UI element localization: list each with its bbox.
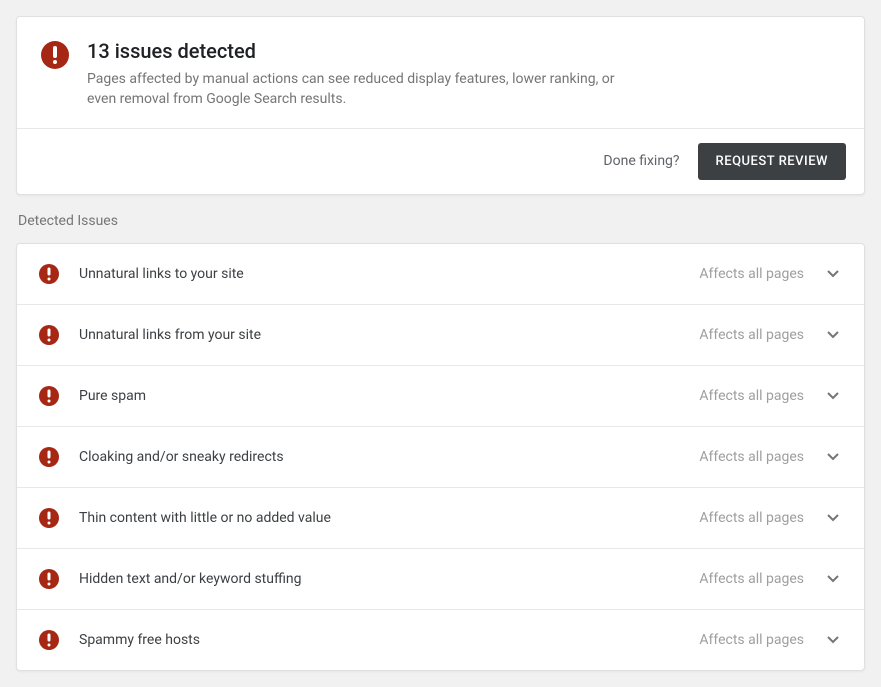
issue-title: Thin content with little or no added val… — [79, 510, 699, 526]
summary-card: 13 issues detected Pages affected by man… — [16, 16, 865, 195]
alert-icon — [39, 630, 59, 650]
issue-row[interactable]: Spammy free hosts Affects all pages — [17, 610, 864, 670]
chevron-down-icon — [824, 448, 842, 466]
alert-icon — [39, 508, 59, 528]
alert-icon — [39, 386, 59, 406]
issues-list: Unnatural links to your site Affects all… — [16, 243, 865, 671]
issue-title: Hidden text and/or keyword stuffing — [79, 571, 699, 587]
issue-title: Spammy free hosts — [79, 632, 699, 648]
issue-title: Cloaking and/or sneaky redirects — [79, 449, 699, 465]
summary-actions: Done fixing? Request Review — [17, 128, 864, 194]
issue-row[interactable]: Unnatural links from your site Affects a… — [17, 305, 864, 366]
summary-content: 13 issues detected Pages affected by man… — [17, 17, 864, 128]
issue-affects: Affects all pages — [699, 388, 804, 404]
alert-icon — [39, 325, 59, 345]
chevron-down-icon — [824, 387, 842, 405]
request-review-button[interactable]: Request Review — [698, 143, 846, 180]
issue-affects: Affects all pages — [699, 449, 804, 465]
alert-icon — [41, 41, 69, 69]
alert-icon — [39, 569, 59, 589]
issue-affects: Affects all pages — [699, 510, 804, 526]
chevron-down-icon — [824, 326, 842, 344]
issue-row[interactable]: Unnatural links to your site Affects all… — [17, 244, 864, 305]
issue-affects: Affects all pages — [699, 632, 804, 648]
chevron-down-icon — [824, 631, 842, 649]
issue-affects: Affects all pages — [699, 327, 804, 343]
issue-title: Unnatural links from your site — [79, 327, 699, 343]
summary-text: 13 issues detected Pages affected by man… — [87, 39, 647, 110]
issue-row[interactable]: Hidden text and/or keyword stuffing Affe… — [17, 549, 864, 610]
issue-row[interactable]: Thin content with little or no added val… — [17, 488, 864, 549]
chevron-down-icon — [824, 265, 842, 283]
alert-icon — [39, 264, 59, 284]
summary-title: 13 issues detected — [87, 39, 647, 63]
issue-affects: Affects all pages — [699, 571, 804, 587]
issue-row[interactable]: Cloaking and/or sneaky redirects Affects… — [17, 427, 864, 488]
chevron-down-icon — [824, 509, 842, 527]
chevron-down-icon — [824, 570, 842, 588]
issue-affects: Affects all pages — [699, 266, 804, 282]
issue-row[interactable]: Pure spam Affects all pages — [17, 366, 864, 427]
section-heading: Detected Issues — [18, 213, 865, 229]
issue-title: Unnatural links to your site — [79, 266, 699, 282]
issue-title: Pure spam — [79, 388, 699, 404]
summary-description: Pages affected by manual actions can see… — [87, 69, 647, 110]
done-fixing-label: Done fixing? — [603, 153, 679, 169]
alert-icon — [39, 447, 59, 467]
